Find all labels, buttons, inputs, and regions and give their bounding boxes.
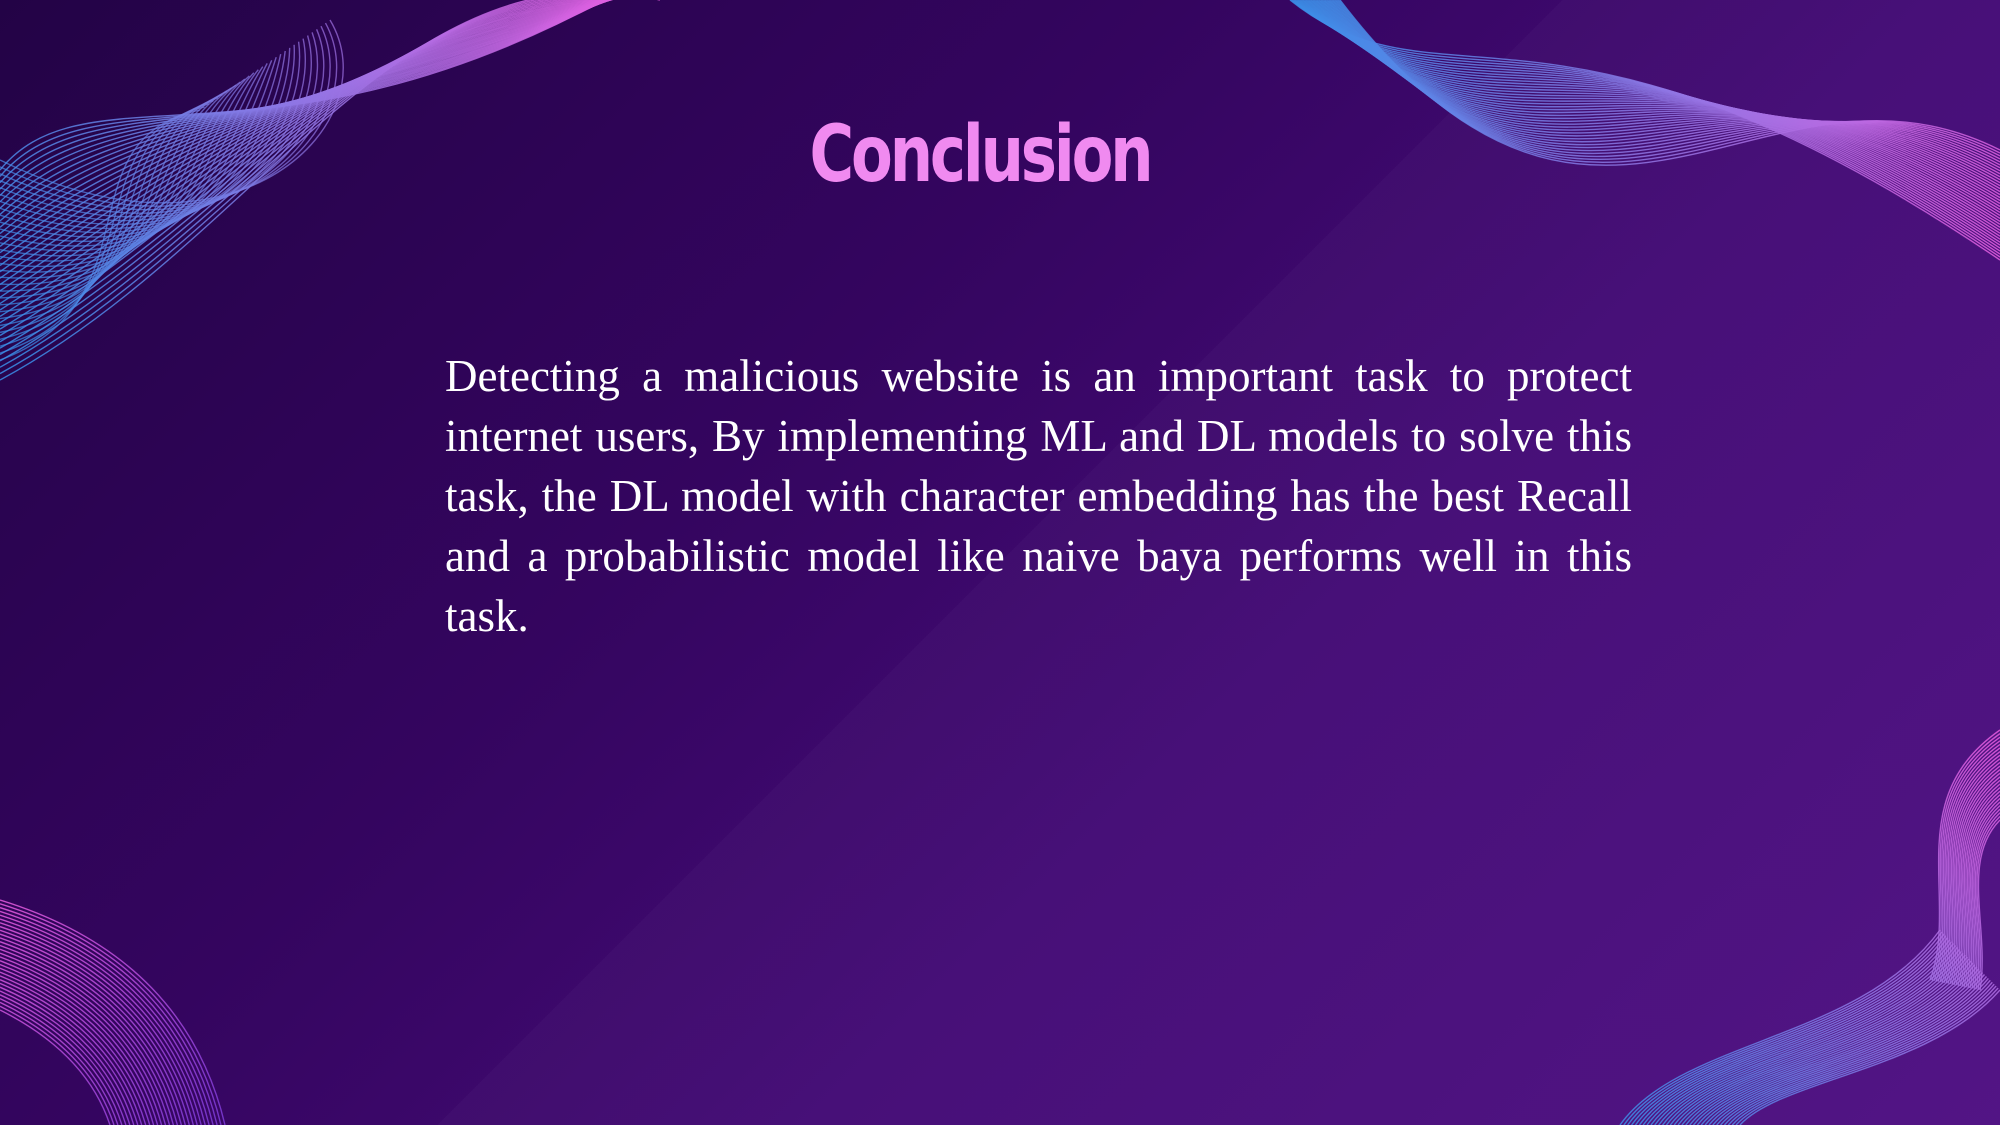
slide-body-text: Detecting a malicious website is an impo…: [445, 351, 1632, 641]
slide: Conclusion Detecting a malicious website…: [0, 0, 2000, 1125]
slide-title: Conclusion: [809, 110, 1154, 200]
